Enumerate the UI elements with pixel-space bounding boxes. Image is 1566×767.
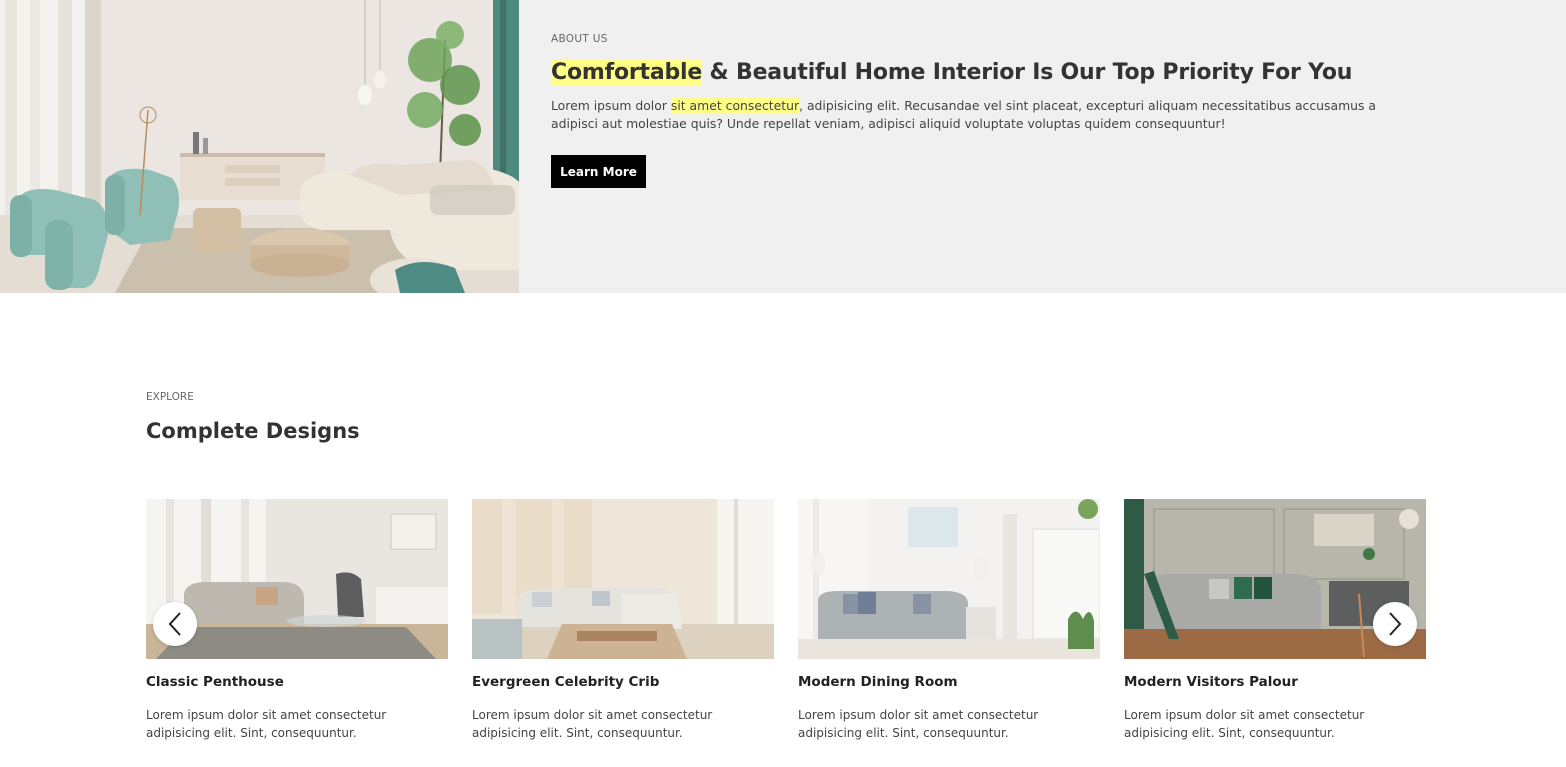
card-description: Lorem ipsum dolor sit amet consectetur a… (472, 708, 713, 740)
about-kicker: ABOUT US (551, 33, 608, 45)
card-image (472, 499, 774, 659)
carousel-prev-button[interactable] (153, 602, 197, 646)
about-description: Lorem ipsum dolor sit amet consectetur, … (551, 97, 1391, 133)
card-image (798, 499, 1100, 659)
section-title: Complete Designs (146, 419, 360, 443)
explore-kicker: EXPLORE (146, 391, 194, 403)
learn-more-button[interactable]: Learn More (551, 155, 646, 188)
about-heading: Comfortable & Beautiful Home Interior Is… (551, 60, 1401, 85)
about-content: ABOUT US Comfortable & Beautiful Home In… (551, 33, 1401, 188)
heading-highlight: Comfortable (551, 60, 703, 85)
card-title: Modern Dining Room (798, 674, 958, 690)
card-description: Lorem ipsum dolor sit amet consectetur a… (1124, 708, 1365, 740)
card-title: Modern Visitors Palour (1124, 674, 1298, 690)
card-description: Lorem ipsum dolor sit amet consectetur a… (798, 708, 1039, 740)
chevron-right-icon (1387, 611, 1403, 637)
design-card[interactable]: Modern Dining Room Lorem ipsum dolor sit… (798, 499, 1100, 742)
heading-rest: & Beautiful Home Interior Is Our Top Pri… (702, 60, 1353, 85)
desc-highlight: sit amet consectetur (670, 98, 800, 113)
card-title: Classic Penthouse (146, 674, 284, 690)
chevron-left-icon (167, 611, 183, 637)
design-card[interactable]: Evergreen Celebrity Crib Lorem ipsum dol… (472, 499, 774, 742)
carousel-next-button[interactable] (1373, 602, 1417, 646)
desc-start: Lorem ipsum dolor (551, 98, 671, 113)
living-room-image (0, 0, 519, 293)
about-section: ABOUT US Comfortable & Beautiful Home In… (0, 0, 1566, 293)
card-title: Evergreen Celebrity Crib (472, 674, 660, 690)
card-description: Lorem ipsum dolor sit amet consectetur a… (146, 708, 387, 740)
